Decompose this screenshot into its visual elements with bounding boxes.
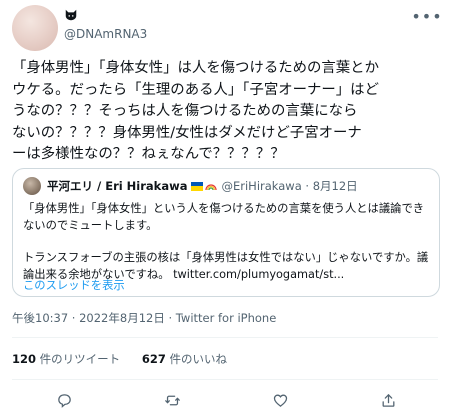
quoted-text-line: 「身体男性」「身体女性」という人を傷つけるための言葉を使う人とは議論でき	[23, 202, 425, 215]
tweet-text-line: ウケる。だったら「生理のある人」「子宮オーナー」はど	[12, 81, 379, 98]
display-name[interactable]	[64, 6, 147, 24]
show-thread-link[interactable]: このスレッドを表示	[23, 277, 125, 293]
divider	[12, 337, 438, 338]
quoted-display-name: 平河エリ / Eri Hirakawa	[47, 179, 188, 193]
retweet-icon	[164, 395, 180, 405]
quoted-text-line: ないのでミュートします。	[23, 218, 158, 232]
like-icon	[273, 394, 287, 407]
likes-stat[interactable]: 627 件のいいね	[142, 352, 227, 366]
quoted-text-line: トランスフォーブの主張の核は「身体男性は女性ではない」じゃないですか。議	[23, 251, 429, 264]
quoted-avatar	[23, 177, 41, 195]
retweet-button[interactable]	[160, 388, 184, 412]
quoted-tweet[interactable]: 平河エリ / Eri Hirakawa @EriHirakawa · 8月12日…	[12, 168, 440, 297]
author-handle[interactable]: @DNAmRNA3	[64, 26, 147, 42]
quoted-tweet-header: 平河エリ / Eri Hirakawa @EriHirakawa · 8月12日	[23, 177, 358, 195]
retweets-stat[interactable]: 120 件のリツイート	[12, 352, 120, 366]
quoted-handle-date: @EriHirakawa · 8月12日	[221, 179, 358, 193]
tweet-text-line: 「身体男性」「身体女性」は人を傷つけるための言葉とか	[12, 60, 379, 76]
more-button[interactable]: •••	[411, 6, 443, 26]
avatar[interactable]	[12, 5, 58, 51]
divider	[12, 379, 438, 380]
more-icon: •••	[411, 6, 443, 26]
rainbow-icon	[205, 184, 218, 191]
tweet-text: 「身体男性」「身体女性」は人を傷つけるための言葉とか ウケる。だったら「生理のあ…	[12, 58, 440, 166]
tweet-text-line: ーは多様性なの？？ねぇなんで？？？？？	[12, 146, 285, 162]
reply-icon	[57, 393, 71, 408]
like-button[interactable]	[268, 388, 292, 412]
tweet-timestamp[interactable]: 午後10:37 · 2022年8月12日 · Twitter for iPhon…	[12, 310, 276, 326]
engagement-stats: 120 件のリツイート 627 件のいいね	[12, 351, 245, 367]
reply-button[interactable]	[52, 388, 76, 412]
share-button[interactable]	[376, 388, 400, 412]
quoted-tweet-text: 「身体男性」「身体女性」という人を傷つけるための言葉を使う人とは議論でき ないの…	[23, 201, 433, 283]
tweet-text-line: うなの？？？そっちは人を傷つけるための言葉になら	[12, 103, 358, 119]
tweet-text-line: ないの？？？？身体男性/女性はダメだけど子宮オーナ	[12, 124, 362, 141]
ukraine-flag-icon	[191, 181, 204, 191]
author-block: @DNAmRNA3	[64, 6, 147, 42]
action-bar	[0, 388, 450, 412]
cat-icon	[65, 9, 77, 21]
share-icon	[382, 393, 394, 407]
